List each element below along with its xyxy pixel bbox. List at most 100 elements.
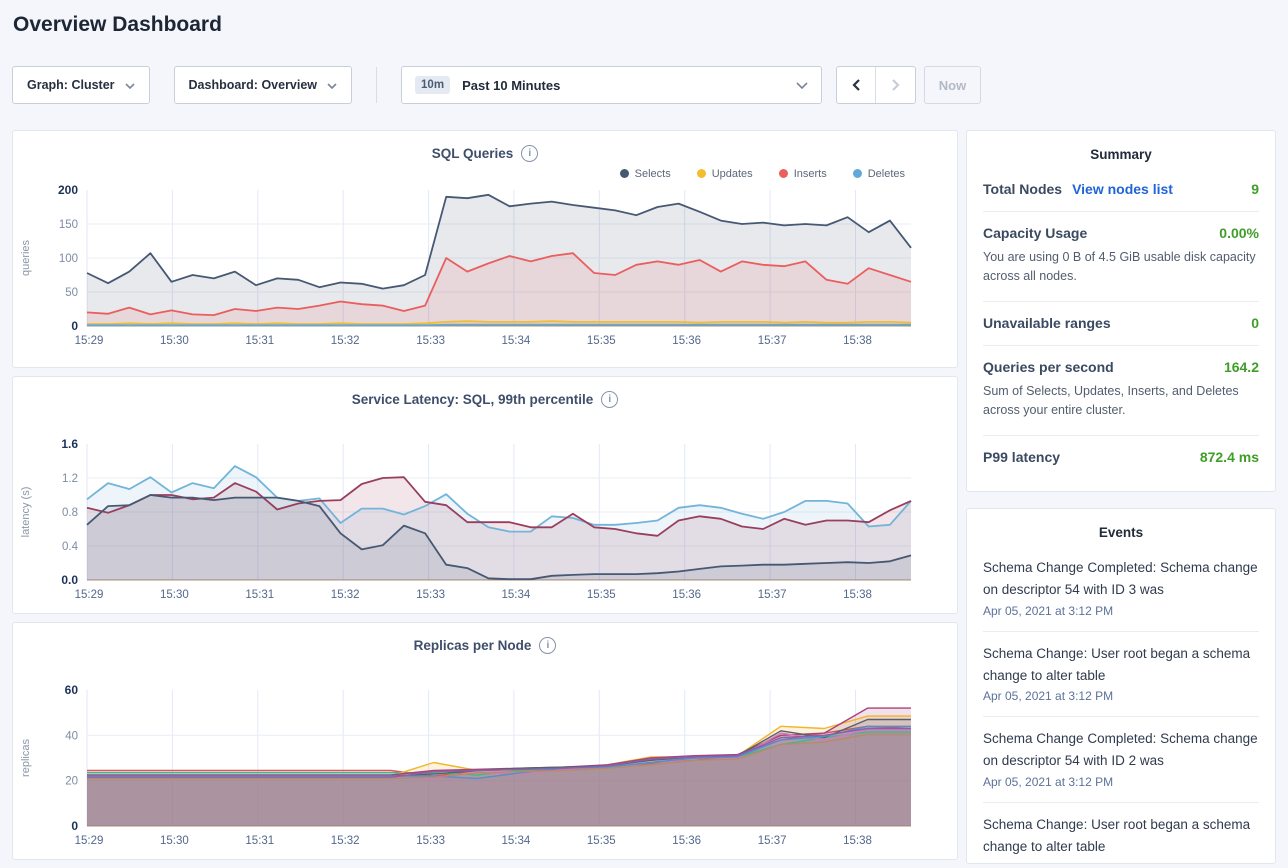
summary-panel: Summary Total Nodes View nodes list 9 Ca…: [966, 130, 1276, 492]
events-panel: Events Schema Change Completed: Schema c…: [966, 508, 1276, 864]
svg-text:15:30: 15:30: [160, 835, 189, 847]
dashboard-dropdown-label: Dashboard: Overview: [189, 78, 318, 92]
event-text: Schema Change Completed: Schema change o…: [983, 557, 1259, 601]
legend-label: Selects: [635, 168, 671, 180]
service-latency-chart[interactable]: 15:2915:3015:3115:3215:3315:3415:3515:36…: [15, 434, 955, 606]
sql-queries-panel: SQL Queries i Selects Updates Inserts: [12, 130, 958, 368]
event-text: Schema Change: User root began a schema …: [983, 643, 1259, 687]
summary-title: Summary: [983, 131, 1259, 168]
summary-value: 0.00%: [1219, 225, 1259, 241]
svg-text:1.2: 1.2: [62, 473, 78, 485]
svg-text:queries: queries: [20, 239, 32, 276]
info-icon[interactable]: i: [601, 391, 618, 408]
toolbar: Graph: Cluster Dashboard: Overview 10m P…: [12, 66, 981, 104]
svg-text:15:34: 15:34: [502, 835, 531, 847]
summary-label: Total Nodes: [983, 181, 1062, 197]
summary-row-p99-latency: P99 latency 872.4 ms: [983, 436, 1259, 479]
svg-text:15:37: 15:37: [758, 835, 787, 847]
sql-queries-legend: Selects Updates Inserts Deletes: [13, 162, 957, 180]
svg-text:15:30: 15:30: [160, 335, 189, 347]
legend-dot: [620, 169, 629, 178]
svg-text:latency (s): latency (s): [20, 487, 32, 538]
svg-text:0: 0: [71, 319, 78, 333]
legend-label: Updates: [712, 168, 753, 180]
legend-label: Deletes: [868, 168, 905, 180]
event-item[interactable]: Schema Change: User root began a schema …: [983, 632, 1259, 718]
svg-text:60: 60: [65, 683, 79, 697]
time-range-label: Past 10 Minutes: [462, 78, 784, 93]
legend-item-inserts[interactable]: Inserts: [779, 167, 827, 180]
event-timestamp: Apr 05, 2021 at 3:12 PM: [983, 689, 1259, 703]
info-icon[interactable]: i: [521, 145, 538, 162]
svg-text:15:29: 15:29: [75, 335, 104, 347]
now-button[interactable]: Now: [924, 66, 981, 104]
prev-interval-button[interactable]: [837, 67, 876, 103]
svg-text:15:29: 15:29: [75, 589, 104, 601]
summary-label: P99 latency: [983, 449, 1060, 465]
legend-item-selects[interactable]: Selects: [620, 167, 671, 180]
event-text: Schema Change: User root began a schema …: [983, 814, 1259, 858]
summary-label: Unavailable ranges: [983, 315, 1111, 331]
summary-value: 872.4 ms: [1200, 449, 1259, 465]
svg-text:15:37: 15:37: [758, 589, 787, 601]
svg-text:0.4: 0.4: [62, 541, 79, 553]
event-timestamp: Apr 05, 2021 at 3:11 PM: [983, 861, 1259, 864]
legend-item-deletes[interactable]: Deletes: [853, 167, 905, 180]
sidebar: Summary Total Nodes View nodes list 9 Ca…: [966, 130, 1276, 868]
summary-value: 0: [1251, 315, 1259, 331]
event-item[interactable]: Schema Change Completed: Schema change o…: [983, 717, 1259, 803]
info-icon[interactable]: i: [539, 637, 556, 654]
charts-column: SQL Queries i Selects Updates Inserts: [12, 130, 958, 868]
svg-text:0.8: 0.8: [62, 507, 78, 519]
sql-queries-chart[interactable]: 15:2915:3015:3115:3215:3315:3415:3515:36…: [15, 180, 955, 352]
svg-text:1.6: 1.6: [61, 437, 78, 451]
event-timestamp: Apr 05, 2021 at 3:12 PM: [983, 775, 1259, 789]
event-item[interactable]: Schema Change Completed: Schema change o…: [983, 546, 1259, 632]
svg-text:15:36: 15:36: [672, 589, 701, 601]
legend-dot: [853, 169, 862, 178]
service-latency-panel: Service Latency: SQL, 99th percentile i …: [12, 376, 958, 614]
legend-label: Inserts: [794, 168, 827, 180]
svg-text:150: 150: [59, 219, 78, 231]
summary-row-queries-per-second: Queries per second 164.2 Sum of Selects,…: [983, 346, 1259, 436]
svg-text:15:36: 15:36: [672, 335, 701, 347]
summary-value: 164.2: [1224, 359, 1259, 375]
main-content: SQL Queries i Selects Updates Inserts: [12, 130, 1276, 868]
svg-text:20: 20: [65, 776, 78, 788]
svg-text:0.0: 0.0: [61, 573, 78, 587]
summary-description: You are using 0 B of 4.5 GiB usable disk…: [983, 248, 1259, 287]
replicas-chart-title: Replicas per Node: [414, 638, 532, 653]
svg-text:200: 200: [58, 183, 78, 197]
summary-row-unavailable-ranges: Unavailable ranges 0: [983, 302, 1259, 346]
svg-text:15:38: 15:38: [843, 589, 872, 601]
summary-label: Queries per second: [983, 359, 1114, 375]
svg-text:15:31: 15:31: [245, 835, 274, 847]
summary-value: 9: [1251, 181, 1259, 197]
event-item[interactable]: Schema Change: User root began a schema …: [983, 803, 1259, 864]
svg-text:15:32: 15:32: [331, 589, 360, 601]
next-interval-button[interactable]: [876, 67, 915, 103]
time-range-picker[interactable]: 10m Past 10 Minutes: [401, 66, 822, 104]
time-range-badge: 10m: [415, 76, 450, 94]
dashboard-dropdown[interactable]: Dashboard: Overview: [174, 66, 353, 104]
graph-dropdown-label: Graph: Cluster: [27, 78, 115, 92]
svg-text:15:32: 15:32: [331, 335, 360, 347]
legend-item-updates[interactable]: Updates: [697, 167, 753, 180]
view-nodes-list-link[interactable]: View nodes list: [1072, 181, 1173, 197]
legend-dot: [779, 169, 788, 178]
event-timestamp: Apr 05, 2021 at 3:12 PM: [983, 604, 1259, 618]
svg-text:15:33: 15:33: [416, 335, 445, 347]
svg-text:15:29: 15:29: [75, 835, 104, 847]
time-step-buttons: [836, 66, 916, 104]
graph-dropdown[interactable]: Graph: Cluster: [12, 66, 150, 104]
summary-row-capacity-usage: Capacity Usage 0.00% You are using 0 B o…: [983, 212, 1259, 302]
svg-text:15:33: 15:33: [416, 835, 445, 847]
svg-text:15:31: 15:31: [245, 335, 274, 347]
svg-text:15:30: 15:30: [160, 589, 189, 601]
summary-row-total-nodes: Total Nodes View nodes list 9: [983, 168, 1259, 212]
chevron-down-icon: [796, 76, 808, 94]
toolbar-divider: [376, 67, 377, 103]
replicas-per-node-chart[interactable]: 15:2915:3015:3115:3215:3315:3415:3515:36…: [15, 680, 955, 852]
event-text: Schema Change Completed: Schema change o…: [983, 728, 1259, 772]
chevron-down-icon: [125, 78, 135, 92]
